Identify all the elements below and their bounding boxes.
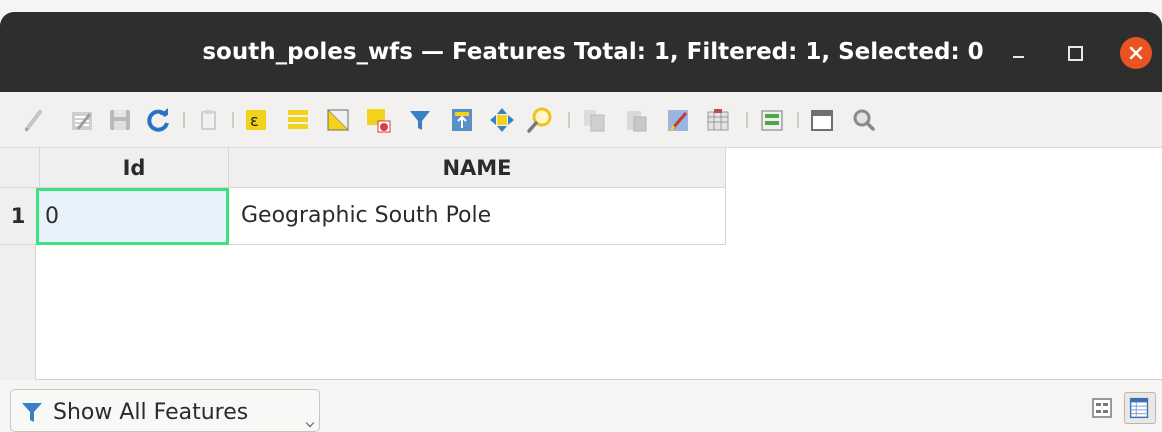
filter-mode-button[interactable]: Show All Features (10, 389, 320, 432)
form-view-icon (1092, 398, 1112, 418)
close-icon (1129, 46, 1143, 60)
toggle-editing-icon[interactable] (18, 104, 50, 136)
row-header-1[interactable]: 1 (0, 188, 36, 245)
add-feature-icon[interactable] (192, 104, 224, 136)
reload-table-icon[interactable] (142, 104, 174, 136)
conditional-formatting-icon[interactable] (806, 104, 838, 136)
open-field-calculator-icon[interactable] (756, 104, 788, 136)
bottom-bar: Show All Features (0, 380, 1162, 432)
table-cell-name[interactable]: Geographic South Pole (229, 188, 726, 245)
table-cell-id[interactable]: 0 (36, 188, 229, 245)
close-button[interactable] (1120, 37, 1152, 69)
select-all-icon[interactable] (282, 104, 314, 136)
zoom-to-selected-icon[interactable] (524, 104, 556, 136)
toolbar-separator (797, 112, 799, 128)
filter-mode-label: Show All Features (53, 400, 249, 425)
pan-to-selected-icon[interactable] (486, 104, 518, 136)
copy-features-icon[interactable] (578, 104, 610, 136)
title-bar[interactable]: south_poles_wfs — Features Total: 1, Fil… (0, 12, 1162, 92)
window-title: south_poles_wfs — Features Total: 1, Fil… (202, 39, 984, 65)
toolbar-separator (568, 112, 570, 128)
select-by-expression-icon[interactable]: ε (240, 104, 272, 136)
toolbar: ε (0, 92, 1162, 148)
table-view-button[interactable] (1124, 392, 1156, 424)
column-header-name[interactable]: NAME (229, 148, 726, 188)
filter-icon (22, 403, 42, 422)
new-field-icon[interactable] (662, 104, 694, 136)
actions-icon[interactable] (848, 104, 880, 136)
column-header-id[interactable]: Id (40, 148, 229, 188)
header-empty-area (726, 148, 1162, 188)
toolbar-separator (232, 112, 234, 128)
toolbar-separator (746, 112, 748, 128)
svg-text:ε: ε (250, 111, 259, 130)
attribute-table-window: south_poles_wfs — Features Total: 1, Fil… (0, 0, 1162, 432)
delete-field-icon[interactable] (702, 104, 734, 136)
toolbar-separator (183, 112, 185, 128)
move-selection-to-top-icon[interactable] (446, 104, 478, 136)
table-view-icon (1129, 397, 1149, 419)
toggle-multi-edit-icon[interactable] (66, 104, 98, 136)
minimize-button[interactable] (1003, 36, 1035, 68)
window-title-wrap: south_poles_wfs — Features Total: 1, Fil… (0, 12, 1162, 92)
filter-select-icon[interactable] (404, 104, 436, 136)
save-edits-icon[interactable] (104, 104, 136, 136)
corner-header[interactable] (0, 148, 40, 188)
paste-features-icon[interactable] (620, 104, 652, 136)
maximize-button[interactable] (1058, 36, 1090, 68)
invert-selection-icon[interactable] (322, 104, 354, 136)
form-view-button[interactable] (1086, 392, 1118, 424)
deselect-all-icon[interactable] (362, 104, 394, 136)
attribute-table: Id NAME 1 0 Geographic South Pole (0, 148, 1162, 380)
dropdown-arrow-icon (305, 418, 315, 428)
